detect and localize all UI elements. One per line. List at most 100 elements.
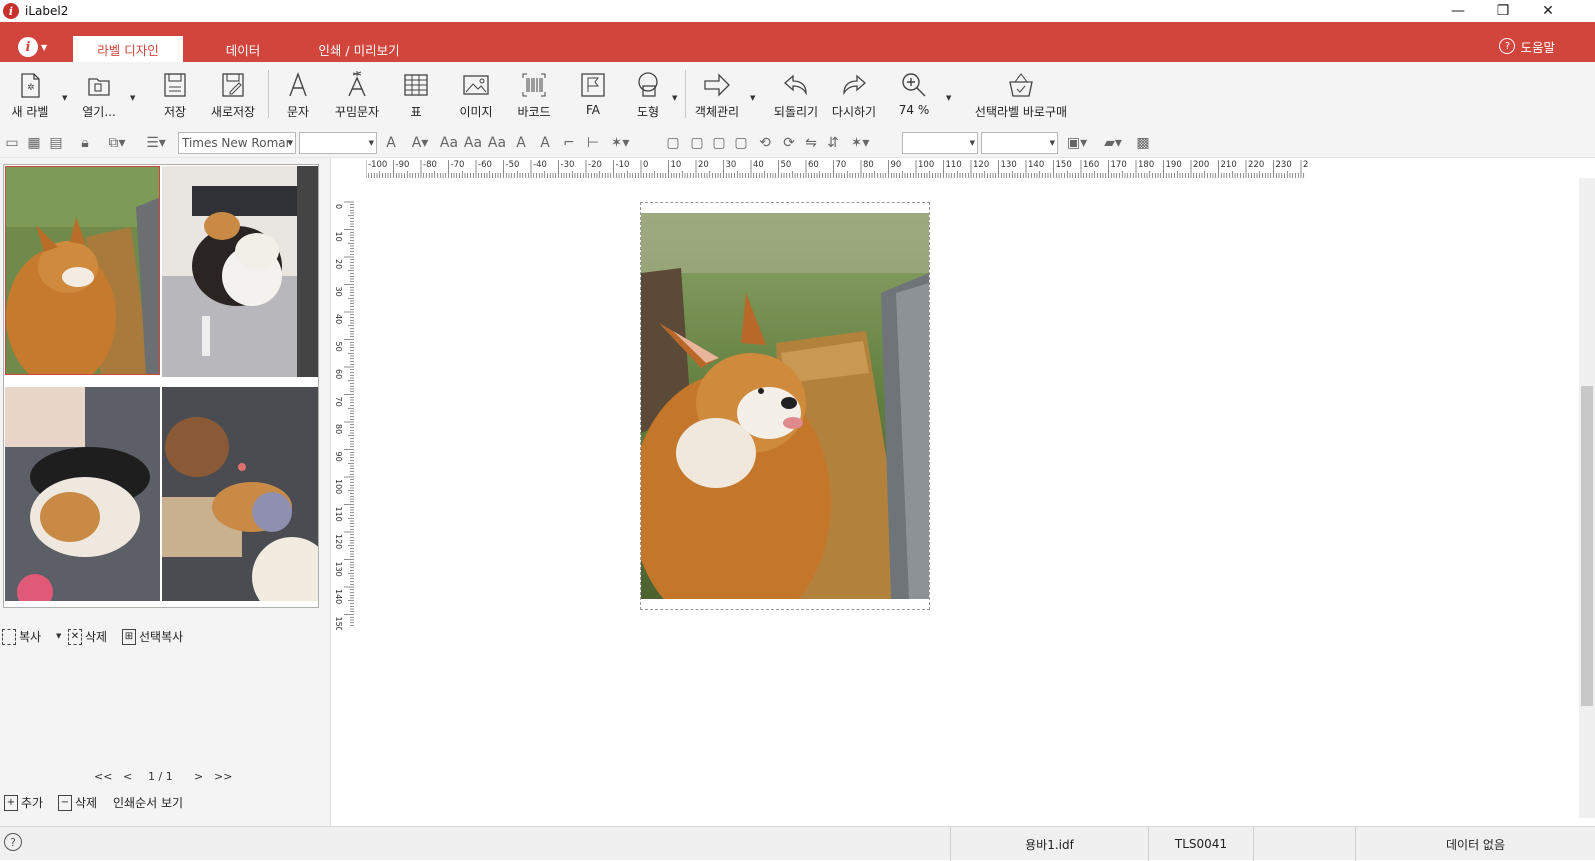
frame-4-icon[interactable]: ▢ bbox=[732, 134, 750, 152]
open-dropdown-icon[interactable]: ▼ bbox=[130, 94, 135, 102]
minimize-button[interactable]: — bbox=[1435, 0, 1481, 22]
ruler-tick-label: 160 bbox=[1083, 160, 1099, 170]
decor-text-button[interactable]: 꾸밈문자 bbox=[330, 70, 384, 126]
chevron-down-icon: ▼ bbox=[368, 139, 374, 147]
open-button[interactable]: 열기... bbox=[78, 70, 120, 126]
page-indicator: 1 / 1 bbox=[148, 770, 173, 783]
rotate-ccw-icon[interactable]: ⟳ bbox=[780, 134, 798, 152]
barcode-button[interactable]: 바코드 bbox=[512, 70, 556, 126]
line-width-select[interactable]: ▼ bbox=[902, 132, 978, 154]
frame-2-icon[interactable]: ▢ bbox=[688, 134, 706, 152]
select-copy-icon: ⊞ bbox=[122, 628, 136, 645]
shape-button[interactable]: 도형 bbox=[630, 70, 666, 126]
fa-button[interactable]: FA bbox=[576, 70, 610, 126]
transparency-icon[interactable]: ▩ bbox=[1134, 134, 1152, 152]
line-style-select[interactable]: ▼ bbox=[981, 132, 1058, 154]
shape-dropdown-icon[interactable]: ▼ bbox=[672, 94, 677, 102]
redo-icon bbox=[843, 74, 866, 96]
text-rotate-icon[interactable]: ⊢ bbox=[584, 134, 602, 152]
italic-icon[interactable]: Aa bbox=[464, 134, 482, 152]
frame-3-icon[interactable]: ▢ bbox=[710, 134, 728, 152]
scrollbar-thumb[interactable] bbox=[1581, 386, 1593, 706]
ruler-tick-label: 100 bbox=[334, 479, 343, 494]
restore-button[interactable]: ❐ bbox=[1480, 0, 1526, 22]
underline-icon[interactable]: Aa bbox=[488, 134, 506, 152]
delete-icon: ✕ bbox=[68, 628, 82, 645]
ruler-tick-label: 80 bbox=[334, 424, 343, 434]
add-page-button[interactable]: + 추가 bbox=[4, 794, 43, 811]
object-mgmt-dropdown-icon[interactable]: ▼ bbox=[750, 94, 755, 102]
new-label-dropdown-icon[interactable]: ▼ bbox=[62, 94, 67, 102]
photo-thumb-1[interactable] bbox=[5, 166, 160, 375]
image-button[interactable]: 이미지 bbox=[454, 70, 498, 126]
delete-object-button[interactable]: ✕ 삭제 bbox=[68, 628, 107, 645]
effects-icon[interactable]: ✶▾ bbox=[606, 134, 634, 152]
clipboard-icon[interactable]: ▤ bbox=[47, 134, 65, 152]
label-page[interactable] bbox=[640, 202, 930, 610]
text-direction-icon[interactable]: ⌐ bbox=[560, 134, 578, 152]
nav-next-button[interactable]: > bbox=[194, 770, 203, 783]
nav-first-button[interactable]: << bbox=[94, 770, 112, 783]
fill-color-icon[interactable]: ▰▾ bbox=[1098, 134, 1128, 152]
ruler-tick-label: 80 bbox=[863, 160, 874, 170]
app-icon: i bbox=[3, 3, 19, 19]
text-button[interactable]: 문자 bbox=[280, 70, 316, 126]
font-name-select[interactable]: Times New Romar ▼ bbox=[178, 132, 296, 154]
select-copy-button[interactable]: ⊞ 선택복사 bbox=[122, 628, 183, 645]
align-icon[interactable]: ☰▾ bbox=[142, 134, 170, 152]
font-size-select[interactable]: ▼ bbox=[299, 132, 377, 154]
label-thumbnail[interactable] bbox=[3, 164, 319, 608]
help-button[interactable]: ? 도움말 bbox=[1499, 36, 1555, 56]
font-shrink-icon[interactable]: A▾ bbox=[406, 134, 434, 152]
zoom-dropdown-icon[interactable]: ▼ bbox=[946, 94, 951, 102]
buy-label-button[interactable]: 선택라벨 바로구매 bbox=[968, 70, 1074, 126]
photo-thumb-4[interactable] bbox=[162, 387, 318, 601]
photo-thumb-3[interactable] bbox=[5, 387, 160, 601]
grid-icon[interactable]: ▦ bbox=[25, 134, 43, 152]
print-order-button[interactable]: 인쇄순서 보기 bbox=[113, 794, 183, 811]
table-button[interactable]: 표 bbox=[398, 70, 434, 126]
copy-button[interactable]: 복사 bbox=[2, 628, 41, 645]
tab-label-design[interactable]: 라벨 디자인 bbox=[73, 36, 183, 62]
zoom-button[interactable]: 74 % bbox=[894, 70, 934, 126]
lock-icon[interactable]: 🔒︎ bbox=[76, 134, 94, 152]
vertical-scrollbar[interactable] bbox=[1579, 178, 1595, 818]
nav-prev-button[interactable]: < bbox=[123, 770, 132, 783]
ruler-tick-label: 20 bbox=[334, 259, 343, 269]
redo-button[interactable]: 다시하기 bbox=[828, 70, 880, 126]
rotate-icon[interactable]: ⟲ bbox=[756, 134, 774, 152]
ruler-tick-label: -70 bbox=[451, 160, 465, 170]
tab-data[interactable]: 데이터 bbox=[200, 36, 286, 62]
ruler-tick-label: 50 bbox=[781, 160, 792, 170]
ruler-tick-label: 30 bbox=[334, 287, 343, 297]
design-canvas[interactable]: -100 -90 -80 -70 -60 -50 -40 -30 -20 -10 0 10 20 30 40… bbox=[332, 158, 1595, 826]
more-effects-icon[interactable]: ✶▾ bbox=[846, 134, 874, 152]
shadow-icon[interactable]: A bbox=[536, 134, 554, 152]
photo-thumb-2[interactable] bbox=[162, 166, 318, 377]
help-icon[interactable]: ? bbox=[4, 833, 22, 851]
tab-print-preview[interactable]: 인쇄 / 미리보기 bbox=[300, 36, 418, 62]
label-size-icon[interactable]: ▭ bbox=[3, 134, 21, 152]
new-label-button[interactable]: ✲ 새 라벨 bbox=[8, 70, 52, 126]
font-grow-icon[interactable]: A bbox=[382, 134, 400, 152]
main-toolbar: ✲ 새 라벨 ▼ 열기... ▼ 저장 새로저장 문자 꾸밈문자 표 이미지 바… bbox=[0, 62, 1595, 128]
ruler-tick-label: -60 bbox=[478, 160, 492, 170]
order-icon[interactable]: ⧉▾ bbox=[104, 134, 130, 152]
nav-last-button[interactable]: >> bbox=[214, 770, 232, 783]
delete-page-button[interactable]: − 삭제 bbox=[58, 794, 97, 811]
object-mgmt-button[interactable]: 객체관리 bbox=[690, 70, 744, 126]
ruler-tick-label: 50 bbox=[334, 342, 343, 352]
copy-dropdown-icon[interactable]: ▼ bbox=[56, 632, 61, 640]
bold-icon[interactable]: Aa bbox=[440, 134, 458, 152]
line-color-icon[interactable]: ▣▾ bbox=[1062, 134, 1092, 152]
save-as-button[interactable]: 새로저장 bbox=[206, 70, 260, 126]
undo-button[interactable]: 되돌리기 bbox=[770, 70, 822, 126]
close-button[interactable]: ✕ bbox=[1525, 0, 1571, 22]
frame-1-icon[interactable]: ▢ bbox=[664, 134, 682, 152]
outline-icon[interactable]: A bbox=[512, 134, 530, 152]
flip-v-icon[interactable]: ⇵ bbox=[824, 134, 842, 152]
label-photo[interactable] bbox=[641, 213, 929, 599]
app-menu-button[interactable]: i ▼ bbox=[18, 35, 54, 59]
save-button[interactable]: 저장 bbox=[156, 70, 194, 126]
flip-h-icon[interactable]: ⇋ bbox=[802, 134, 820, 152]
